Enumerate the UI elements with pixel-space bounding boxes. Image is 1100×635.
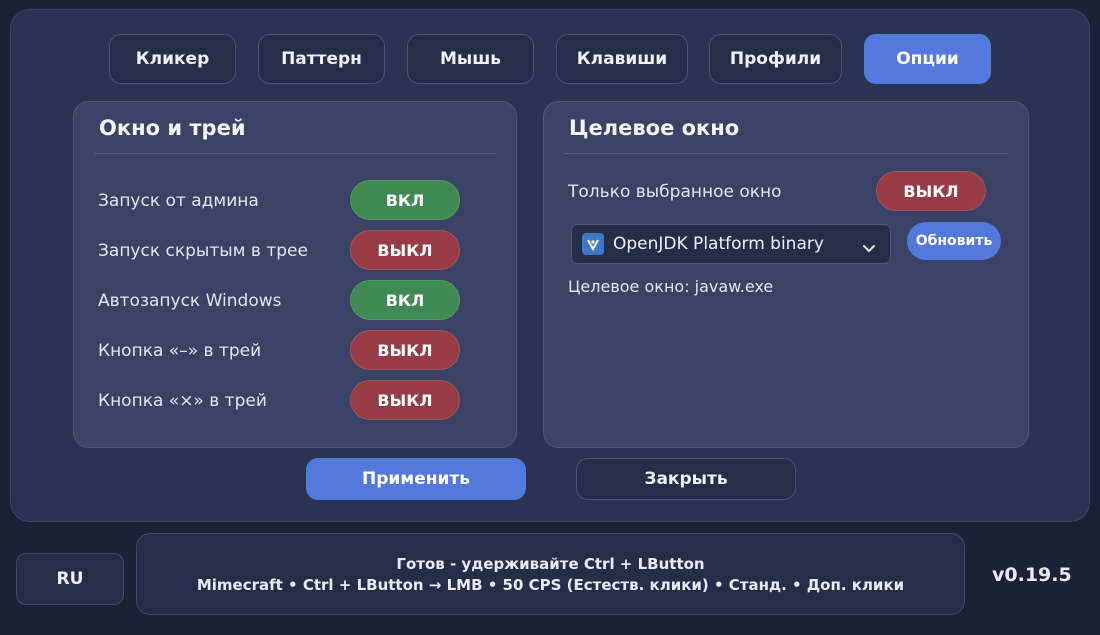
close-to-tray-label: Кнопка «×» в трей — [98, 391, 267, 411]
window-tray-title: Окно и трей — [99, 116, 246, 140]
status-box: Готов - удерживайте Ctrl + LButton Mimec… — [136, 533, 965, 615]
close-to-tray-toggle[interactable]: ВЫКЛ — [350, 380, 460, 420]
start-hidden-tray-toggle[interactable]: ВЫКЛ — [350, 230, 460, 270]
target-window-text: Целевое окно: javaw.exe — [568, 277, 774, 296]
window-tray-card: Окно и трей Запуск от админа ВКЛ Запуск … — [73, 101, 517, 448]
only-selected-window-label: Только выбранное окно — [568, 182, 782, 202]
windows-autostart-label: Автозапуск Windows — [98, 291, 282, 311]
version-label: v0.19.5 — [992, 564, 1072, 586]
app-window: Кликер Паттерн Мышь Клавиши Профили Опци… — [0, 0, 1100, 635]
only-selected-window-toggle[interactable]: ВЫКЛ — [876, 171, 986, 211]
start-hidden-tray-label: Запуск скрытым в трее — [98, 241, 308, 261]
status-text: Готов - удерживайте Ctrl + LButton — [396, 555, 705, 573]
status-details: Mimecraft • Ctrl + LButton → LMB • 50 CP… — [196, 576, 905, 594]
run-as-admin-toggle[interactable]: ВКЛ — [350, 180, 460, 220]
language-button[interactable]: RU — [16, 553, 124, 605]
target-window-card: Целевое окно Только выбранное окно ВЫКЛ … — [543, 101, 1029, 448]
minimize-to-tray-label: Кнопка «–» в трей — [98, 341, 262, 361]
close-button[interactable]: Закрыть — [576, 458, 796, 500]
divider — [564, 153, 1008, 154]
process-select[interactable]: OpenJDK Platform binary — [571, 224, 891, 264]
tab-options[interactable]: Опции — [864, 34, 991, 84]
tab-profiles[interactable]: Профили — [709, 34, 842, 84]
apply-button[interactable]: Применить — [306, 458, 526, 500]
tab-clicker[interactable]: Кликер — [109, 34, 236, 84]
java-app-icon — [582, 233, 604, 255]
main-panel: Кликер Паттерн Мышь Клавиши Профили Опци… — [10, 9, 1090, 522]
divider — [94, 153, 496, 154]
minimize-to-tray-toggle[interactable]: ВЫКЛ — [350, 330, 460, 370]
refresh-button[interactable]: Обновить — [907, 222, 1001, 260]
run-as-admin-label: Запуск от админа — [98, 191, 259, 211]
tab-pattern[interactable]: Паттерн — [258, 34, 385, 84]
target-window-title: Целевое окно — [569, 116, 740, 140]
tab-mouse[interactable]: Мышь — [407, 34, 534, 84]
chevron-down-icon — [862, 239, 876, 258]
windows-autostart-toggle[interactable]: ВКЛ — [350, 280, 460, 320]
selected-process: OpenJDK Platform binary — [613, 234, 824, 254]
tab-keys[interactable]: Клавиши — [556, 34, 688, 84]
